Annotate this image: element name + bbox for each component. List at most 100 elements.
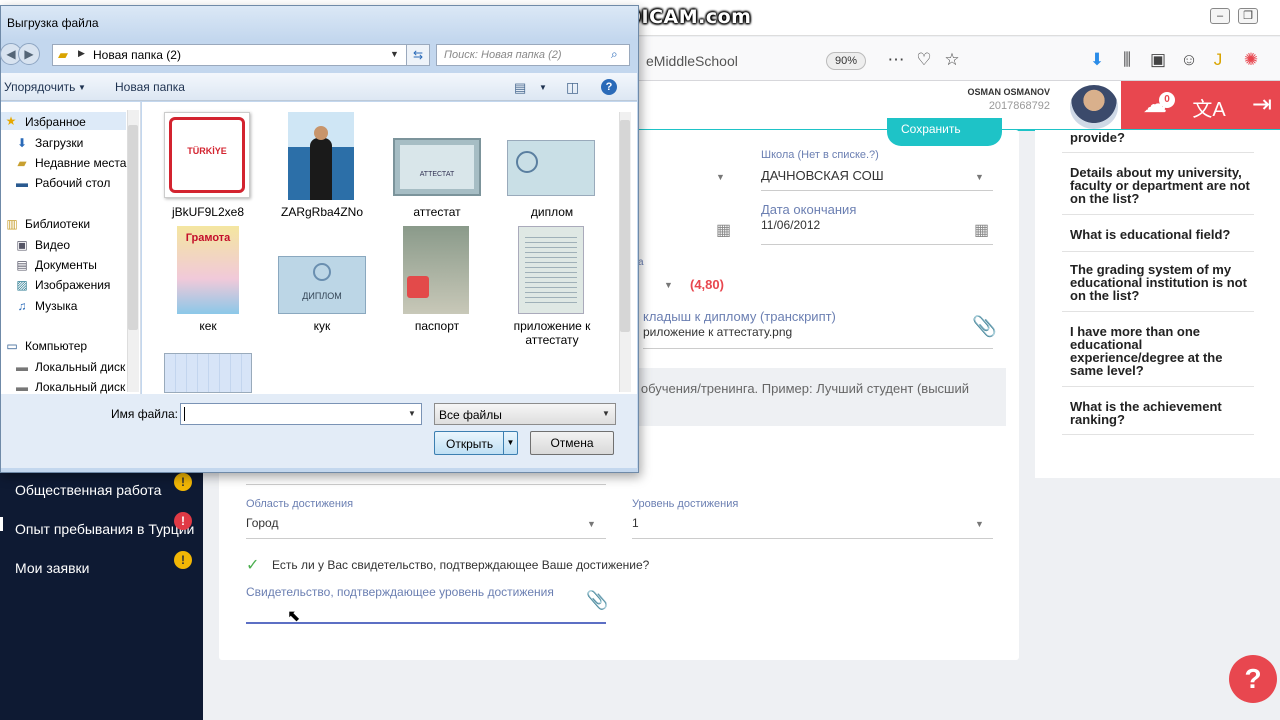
new-folder-button[interactable]: Новая папка (115, 80, 185, 94)
transcript-file[interactable]: риложение к аттестату.png (643, 325, 792, 339)
pocket-icon[interactable]: ♡ (913, 50, 935, 70)
file-name[interactable]: паспорт (372, 319, 502, 333)
nav-item-images[interactable]: Изображения (35, 278, 110, 292)
file-thumbnail[interactable]: Грамота (177, 226, 239, 314)
translate-icon[interactable]: 文A (1189, 93, 1229, 122)
end-date-input[interactable]: 11/06/2012 (761, 218, 820, 232)
save-button[interactable]: Сохранить (887, 118, 1002, 146)
file-name-input[interactable] (180, 403, 422, 425)
warning-badge: ! (174, 473, 192, 491)
file-type-select[interactable]: Все файлы (434, 403, 616, 425)
zoom-indicator[interactable]: 90% (826, 52, 867, 70)
paperclip-icon[interactable]: 📎 (972, 314, 997, 339)
more-actions-icon[interactable]: ⋯ (885, 50, 907, 70)
breadcrumb-arrow-icon[interactable]: ▶ (78, 48, 85, 59)
certificate-question: Есть ли у Вас свидетельство, подтверждаю… (272, 558, 650, 572)
file-thumbnail[interactable]: ДИПЛОМ (278, 256, 366, 314)
nav-item-computer[interactable]: Компьютер (25, 339, 87, 353)
scrollbar-thumb[interactable] (620, 120, 630, 332)
nav-item-recent[interactable]: Недавние места (35, 156, 126, 170)
file-thumbnail[interactable] (403, 226, 469, 314)
nav-item-favorites[interactable]: Избранное (25, 115, 86, 129)
faq-item[interactable]: provide? (1070, 131, 1255, 144)
file-thumbnail[interactable]: АТТЕСТАТ (393, 138, 481, 196)
maximize-button[interactable]: ❐ (1238, 8, 1258, 24)
calendar-icon[interactable]: ▦ (716, 220, 731, 240)
chevron-down-icon[interactable]: ▼ (587, 519, 596, 529)
nav-item-downloads[interactable]: Загрузки (35, 136, 83, 150)
file-name[interactable]: диплом (487, 205, 617, 219)
chevron-down-icon[interactable]: ▼ (539, 83, 547, 92)
addon-icon[interactable]: ✺ (1240, 50, 1262, 70)
nav-item-music[interactable]: Музыка (35, 299, 77, 313)
file-name-line2[interactable]: аттестату (487, 333, 617, 347)
chevron-down-icon[interactable]: ▼ (975, 172, 984, 182)
help-button[interactable]: ? (1229, 655, 1277, 703)
nav-item-video[interactable]: Видео (35, 238, 70, 252)
preview-pane-icon[interactable]: ◫ (566, 79, 579, 96)
nav-item-libraries[interactable]: Библиотеки (25, 217, 90, 231)
nav-item-desktop[interactable]: Рабочий стол (35, 176, 110, 190)
sidebar-item-social-work[interactable]: Общественная работа (15, 482, 161, 498)
faq-item[interactable]: Details about my university, faculty or … (1070, 166, 1255, 205)
search-icon[interactable]: ⌕ (611, 47, 618, 62)
cancel-button[interactable]: Отмена (530, 431, 614, 455)
chevron-down-icon[interactable]: ▼ (602, 409, 610, 418)
faq-item[interactable]: The grading system of my educational ins… (1070, 263, 1255, 302)
url-bar[interactable]: eMiddleSchool (646, 53, 738, 69)
chevron-down-icon[interactable]: ▼ (408, 409, 416, 418)
school-select[interactable]: ДАЧНОВСКАЯ СОШ (761, 168, 884, 183)
nav-item-local-disk[interactable]: Локальный диск (35, 380, 125, 394)
file-thumbnail[interactable]: TÜRKİYE (164, 112, 250, 198)
file-name[interactable]: приложение к (487, 319, 617, 333)
faq-item[interactable]: I have more than one educational experie… (1070, 325, 1255, 377)
refresh-icon[interactable]: ⇆ (406, 44, 430, 66)
certificate-label[interactable]: Свидетельство, подтверждающее уровень до… (246, 585, 554, 599)
school-label[interactable]: Школа (Нет в списке.?) (761, 149, 879, 161)
divider (761, 244, 993, 245)
file-name[interactable]: аттестат (372, 205, 502, 219)
extension-icon[interactable]: J (1207, 50, 1229, 70)
calendar-icon[interactable]: ▦ (974, 220, 989, 240)
file-name[interactable]: ZARgRba4ZNo (257, 205, 387, 219)
logout-icon[interactable]: ⇥ (1242, 90, 1280, 119)
sidebar-item-my-applications[interactable]: Мои заявки (15, 560, 89, 576)
address-bar[interactable]: Новая папка (2) (52, 44, 430, 66)
file-thumbnail[interactable] (518, 226, 584, 314)
forward-icon[interactable]: ▶ (18, 43, 40, 65)
computer-icon: ▭ (6, 339, 18, 353)
avatar[interactable] (1070, 85, 1118, 129)
nav-item-local-disk[interactable]: Локальный диск (35, 360, 125, 374)
view-icon[interactable]: ▤ (514, 80, 526, 96)
chevron-down-icon[interactable]: ▼ (390, 49, 399, 59)
file-name[interactable]: кук (257, 319, 387, 333)
chevron-down-icon[interactable]: ▼ (664, 280, 673, 290)
file-thumbnail[interactable] (288, 112, 354, 200)
minimize-button[interactable]: – (1210, 8, 1230, 24)
chevron-down-icon[interactable]: ▼ (975, 519, 984, 529)
faq-item[interactable]: What is educational field? (1070, 228, 1255, 241)
open-dropdown-icon[interactable]: ▼ (503, 432, 517, 454)
account-icon[interactable]: ☺ (1178, 50, 1200, 70)
file-name[interactable]: jBkUF9L2xe8 (143, 205, 273, 219)
search-input[interactable]: Поиск: Новая папка (2) (436, 44, 630, 66)
file-thumbnail[interactable] (507, 140, 595, 196)
file-name[interactable]: кек (143, 319, 273, 333)
achievement-level-select[interactable]: 1 (632, 516, 639, 530)
bookmark-star-icon[interactable]: ☆ (941, 50, 963, 70)
paperclip-icon[interactable]: 📎 (586, 590, 608, 611)
scrollbar-thumb[interactable] (128, 125, 138, 330)
file-thumbnail[interactable] (164, 353, 252, 393)
download-icon[interactable]: ⬇ (1086, 50, 1108, 70)
sidebar-item-turkey-experience[interactable]: Опыт пребывания в Турции (15, 521, 194, 537)
checkbox-checked-icon[interactable]: ✓ (246, 555, 259, 575)
faq-item[interactable]: What is the achievement ranking? (1070, 400, 1255, 426)
help-icon[interactable]: ? (601, 79, 617, 95)
library-icon[interactable]: ⫼ (1116, 50, 1138, 70)
chevron-down-icon[interactable]: ▼ (78, 83, 86, 92)
sidebar-icon[interactable]: ▣ (1147, 50, 1169, 70)
chevron-down-icon[interactable]: ▼ (716, 172, 725, 182)
nav-item-documents[interactable]: Документы (35, 258, 97, 272)
achievement-area-select[interactable]: Город (246, 516, 278, 530)
organize-button[interactable]: Упорядочить (4, 80, 75, 94)
